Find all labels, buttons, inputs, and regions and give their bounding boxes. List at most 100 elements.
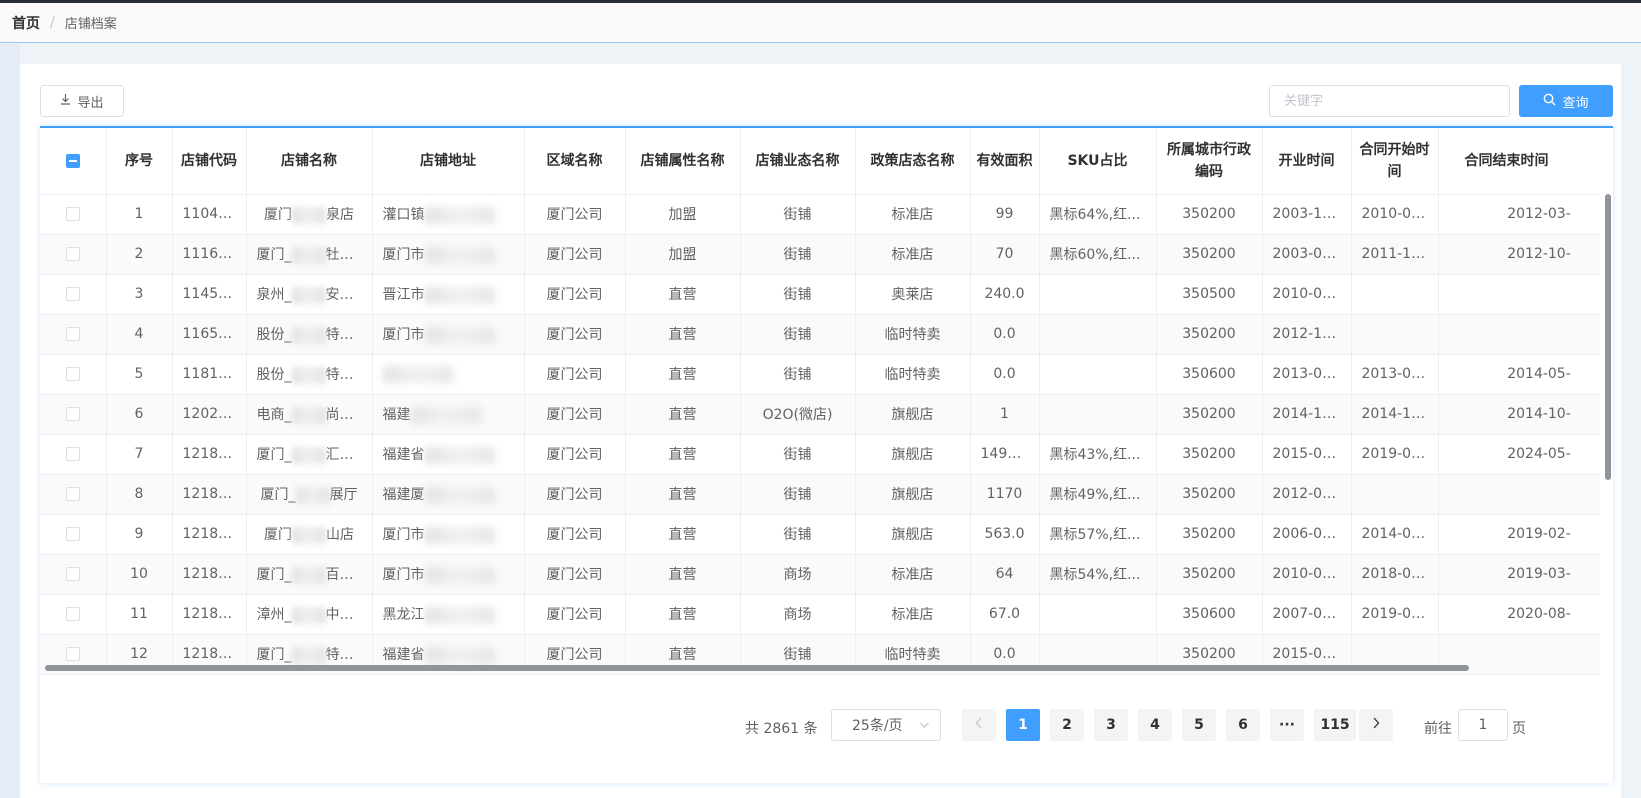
column-header[interactable]: 有效面积 bbox=[970, 128, 1040, 195]
store-name-prefix: 厦门 bbox=[264, 527, 292, 543]
address-prefix: 灌口镇 bbox=[382, 207, 425, 223]
cell-attr: 加盟 bbox=[625, 194, 741, 235]
cell-cstart bbox=[1351, 274, 1439, 315]
column-header[interactable]: 开业时间 bbox=[1262, 128, 1352, 195]
cell-open: 2010-04... bbox=[1262, 554, 1352, 595]
column-header[interactable]: 区域名称 bbox=[524, 128, 626, 195]
horizontal-scrollbar[interactable] bbox=[45, 665, 1469, 671]
more-pages-button[interactable]: ··· bbox=[1270, 709, 1304, 741]
cell-attr: 直营 bbox=[625, 354, 741, 395]
row-select-cell[interactable] bbox=[40, 474, 107, 515]
search-input[interactable] bbox=[1269, 85, 1510, 117]
page-button[interactable]: 2 bbox=[1050, 709, 1084, 741]
cell-area: 0.0 bbox=[970, 314, 1040, 355]
row-checkbox[interactable] bbox=[65, 567, 80, 581]
row-select-cell[interactable] bbox=[40, 274, 107, 315]
cell-format: 商场 bbox=[740, 554, 856, 595]
column-header[interactable]: 合同结束时间 bbox=[1438, 128, 1600, 195]
goto-page-input[interactable] bbox=[1458, 709, 1508, 741]
row-select-cell[interactable] bbox=[40, 354, 107, 395]
table-row[interactable]: 8 121824 厦门_ 展厅 福建厦 厦门公司 直营 街铺 旗舰店 1170 黑标49%,红...… bbox=[40, 474, 1600, 515]
cell-cstart: 2010-03... bbox=[1351, 194, 1439, 235]
store-name-prefix: 厦门_ bbox=[256, 247, 292, 263]
cell-open: 2003-09... bbox=[1262, 234, 1352, 275]
cell-attr: 直营 bbox=[625, 554, 741, 595]
column-header[interactable]: 合同开始时间 bbox=[1351, 128, 1439, 195]
column-header[interactable]: 店铺业态名称 bbox=[740, 128, 856, 195]
row-checkbox[interactable] bbox=[65, 607, 80, 621]
page-button[interactable]: 115 bbox=[1314, 709, 1356, 741]
page-button[interactable]: 3 bbox=[1094, 709, 1128, 741]
row-checkbox[interactable] bbox=[65, 287, 80, 301]
cell-store-address: 厦门市 bbox=[372, 514, 525, 555]
column-header[interactable]: SKU占比 bbox=[1039, 128, 1157, 195]
select-all-cell[interactable] bbox=[40, 128, 107, 195]
page-button[interactable]: 6 bbox=[1226, 709, 1260, 741]
cell-sku: 黑标60%,红... bbox=[1039, 234, 1157, 275]
cell-open: 2003-10... bbox=[1262, 194, 1352, 235]
row-checkbox[interactable] bbox=[65, 207, 80, 221]
cell-no: 10 bbox=[106, 554, 173, 595]
table-row[interactable]: 10 121826 厦门_ 百汇店 厦门市 厦门公司 直营 商场 标准店 64 黑标54%,红...… bbox=[40, 554, 1600, 595]
page-size-select[interactable]: 25条/页 bbox=[831, 709, 941, 741]
table-viewport[interactable]: 序号 店铺代码 店铺名称 店铺地址 区域名称 店铺属性名称 店铺业态名称 政策店… bbox=[40, 128, 1600, 693]
column-header[interactable]: 店铺地址 bbox=[372, 128, 525, 195]
query-button[interactable]: 查询 bbox=[1519, 85, 1613, 117]
column-header[interactable]: 序号 bbox=[106, 128, 173, 195]
column-header[interactable]: 店铺代码 bbox=[172, 128, 247, 195]
page-button[interactable]: 5 bbox=[1182, 709, 1216, 741]
row-checkbox[interactable] bbox=[65, 447, 80, 461]
cell-region: 厦门公司 bbox=[524, 194, 626, 235]
vertical-scrollbar[interactable] bbox=[1605, 194, 1611, 480]
row-checkbox[interactable] bbox=[65, 327, 80, 341]
page-button[interactable]: 4 bbox=[1138, 709, 1172, 741]
row-select-cell[interactable] bbox=[40, 194, 107, 235]
row-checkbox[interactable] bbox=[65, 487, 80, 501]
pagination: 共 2861 条 25条/页 123456 ··· 115 前往 页 bbox=[40, 698, 1613, 758]
page-button[interactable]: 1 bbox=[1006, 709, 1040, 741]
row-select-cell[interactable] bbox=[40, 594, 107, 635]
column-header[interactable]: 店铺名称 bbox=[246, 128, 373, 195]
column-header[interactable]: 所属城市行政编码 bbox=[1156, 128, 1263, 195]
cell-cend: 2014-10- bbox=[1438, 394, 1600, 435]
table-row[interactable]: 7 121823 厦门_ 汇贸... 福建省 厦门公司 直营 街铺 旗舰店 1492.0 黑标43%… bbox=[40, 434, 1600, 475]
cell-format: 街铺 bbox=[740, 354, 856, 395]
cell-open: 2014-10... bbox=[1262, 394, 1352, 435]
row-checkbox[interactable] bbox=[65, 407, 80, 421]
store-name-suffix: 中闽... bbox=[325, 607, 367, 623]
table-row[interactable]: 1 110426 厦门 泉店 灌口镇 厦门公司 加盟 街铺 标准店 99 黑标64%,红... 350… bbox=[40, 194, 1600, 235]
table-row[interactable]: 9 121825 厦门 山店 厦门市 厦门公司 直营 街铺 旗舰店 563.0 黑标57%,红...… bbox=[40, 514, 1600, 555]
row-select-cell[interactable] bbox=[40, 514, 107, 555]
select-all-checkbox[interactable] bbox=[65, 153, 80, 168]
row-select-cell[interactable] bbox=[40, 314, 107, 355]
cell-policy: 标准店 bbox=[855, 234, 971, 275]
redacted-text bbox=[291, 646, 326, 664]
row-checkbox[interactable] bbox=[65, 367, 80, 381]
table-row[interactable]: 11 121827 漳州_ 中闽... 黑龙江 厦门公司 直营 商场 标准店 67.0 350600… bbox=[40, 594, 1600, 635]
table-row[interactable]: 2 111662 厦门_ 牡丹... 厦门市 厦门公司 加盟 街铺 标准店 70 黑标60%,红..… bbox=[40, 234, 1600, 275]
row-checkbox[interactable] bbox=[65, 247, 80, 261]
cell-area: 64 bbox=[970, 554, 1040, 595]
store-name-suffix: 特卖6 bbox=[325, 367, 363, 383]
breadcrumb-home[interactable]: 首页 bbox=[12, 13, 40, 33]
table-row[interactable]: 3 114524 泉州_ 安盛店 晋江市 厦门公司 直营 街铺 奥莱店 240.0 350500 20… bbox=[40, 274, 1600, 315]
cell-region: 厦门公司 bbox=[524, 314, 626, 355]
row-select-cell[interactable] bbox=[40, 394, 107, 435]
row-select-cell[interactable] bbox=[40, 434, 107, 475]
export-button[interactable]: 导出 bbox=[40, 85, 124, 117]
table-row[interactable]: 5 118144 股份_ 特卖6 厦门公司 直营 街铺 临时特卖 0.0 350600 2013-0… bbox=[40, 354, 1600, 395]
column-header[interactable]: 店铺属性名称 bbox=[625, 128, 741, 195]
row-checkbox[interactable] bbox=[65, 647, 80, 661]
column-header[interactable]: 政策店态名称 bbox=[855, 128, 971, 195]
cell-area: 1170 bbox=[970, 474, 1040, 515]
cell-policy: 标准店 bbox=[855, 594, 971, 635]
row-select-cell[interactable] bbox=[40, 234, 107, 275]
store-name-prefix: 厦门_ bbox=[256, 647, 292, 663]
table-row[interactable]: 6 120285 电商_ 尚盈... 福建 厦门公司 直营 O2O(微店) 旗舰店 1 350200… bbox=[40, 394, 1600, 435]
row-checkbox[interactable] bbox=[65, 527, 80, 541]
next-page-button[interactable] bbox=[1359, 709, 1393, 741]
table-row[interactable]: 4 116520 股份_ 特卖2 厦门市 厦门公司 直营 街铺 临时特卖 0.0 350200 201… bbox=[40, 314, 1600, 355]
cell-policy: 旗舰店 bbox=[855, 394, 971, 435]
row-select-cell[interactable] bbox=[40, 554, 107, 595]
prev-page-button[interactable] bbox=[962, 709, 996, 741]
